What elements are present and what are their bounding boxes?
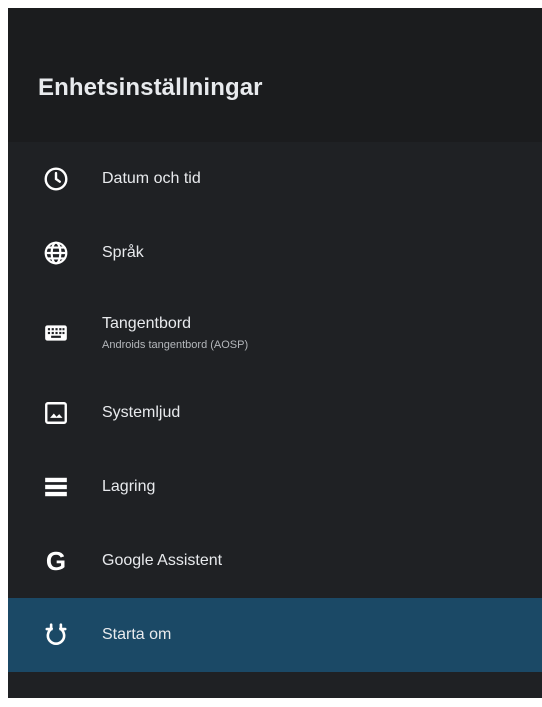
menu-item-language[interactable]: Språk [8, 216, 542, 290]
image-icon [42, 399, 70, 427]
menu-item-label: Google Assistent [102, 552, 223, 569]
menu-item-label: Starta om [102, 626, 172, 643]
header: Enhetsinställningar [8, 8, 542, 142]
menu-item-label: Lagring [102, 478, 156, 495]
menu-item-label: Datum och tid [102, 170, 201, 187]
storage-icon [42, 473, 70, 501]
menu-item-date-time[interactable]: Datum och tid [8, 142, 542, 216]
menu-item-label: Systemljud [102, 404, 181, 421]
restart-icon [42, 621, 70, 649]
menu-item-label: Språk [102, 244, 144, 261]
menu-item-restart[interactable]: Starta om [8, 598, 542, 672]
menu-item-keyboard[interactable]: Tangentbord Androids tangentbord (AOSP) [8, 290, 542, 376]
page-title: Enhetsinställningar [38, 74, 263, 101]
menu-item-google-assistant[interactable]: G Google Assistent [8, 524, 542, 598]
settings-panel: Enhetsinställningar Datum och tid Språk … [8, 8, 542, 698]
menu-item-sublabel: Androids tangentbord (AOSP) [102, 339, 249, 351]
clock-icon [42, 165, 70, 193]
menu-item-storage[interactable]: Lagring [8, 450, 542, 524]
menu-item-system-sound[interactable]: Systemljud [8, 376, 542, 450]
keyboard-icon [42, 319, 70, 347]
google-g-icon: G [45, 546, 67, 576]
settings-list: Datum och tid Språk Tangentbord Androids… [8, 142, 542, 672]
menu-item-label: Tangentbord [102, 315, 191, 332]
globe-icon [42, 239, 70, 267]
